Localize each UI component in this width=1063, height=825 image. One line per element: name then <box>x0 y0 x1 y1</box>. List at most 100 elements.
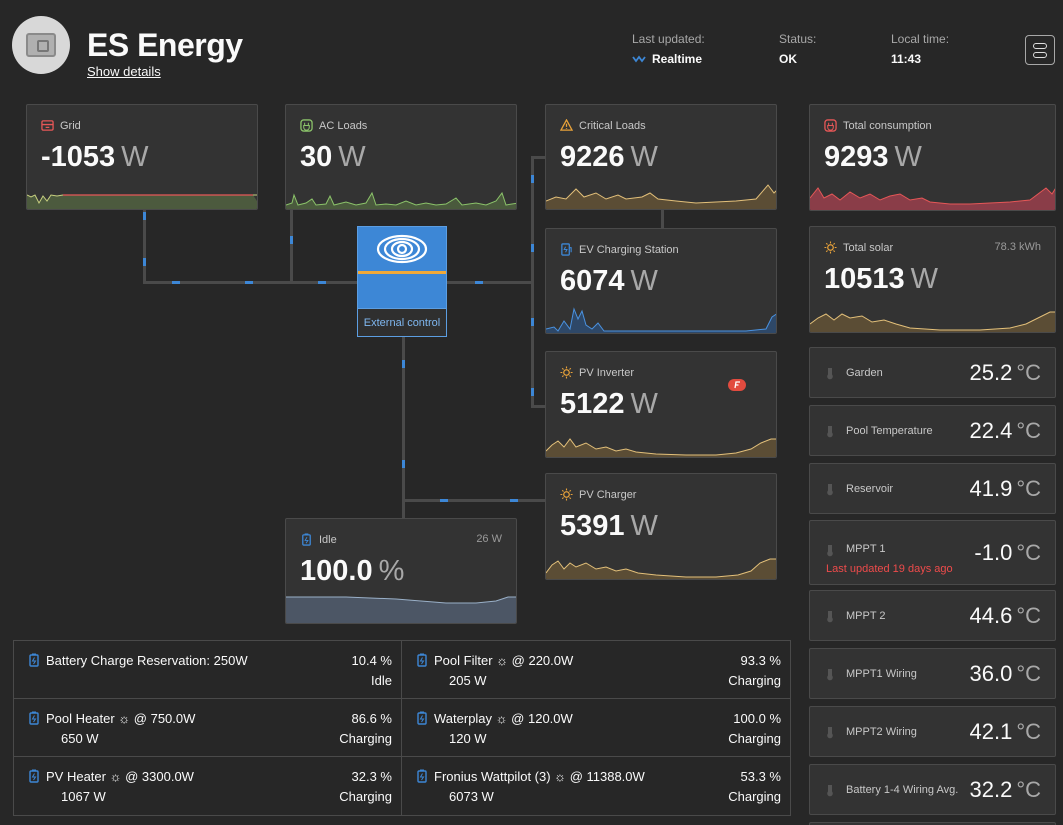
ev-charging-unit: W <box>630 265 658 297</box>
temperature-name: Reservoir <box>846 482 894 495</box>
show-details-link[interactable]: Show details <box>87 64 161 79</box>
flow-dot <box>475 281 483 284</box>
total-consumption-unit: W <box>894 141 922 173</box>
total-consumption-title: Total consumption <box>843 119 932 132</box>
thermometer-icon <box>827 726 833 738</box>
last-updated-label: Last updated: <box>632 32 705 46</box>
temperature-tile[interactable]: Garden 25.2 °C <box>809 347 1056 398</box>
charger-name: Pool Filter ☼ @ 220.0W <box>434 653 574 668</box>
charger-percent: 93.3 % <box>740 653 781 668</box>
flow-dot <box>290 236 293 244</box>
thermometer-icon <box>827 483 833 495</box>
charger-state: Charging <box>728 789 781 804</box>
battery-icon <box>302 533 311 546</box>
wire-critical-ev <box>661 210 664 228</box>
flow-dot <box>143 212 146 220</box>
ac-loads-sparkline <box>286 191 516 209</box>
temperature-value: 25.2 <box>969 359 1013 385</box>
temperature-unit: °C <box>1016 602 1041 628</box>
ev-charger-icon <box>561 243 572 256</box>
total-solar-energy: 78.3 kWh <box>994 241 1041 253</box>
critical-loads-title: Critical Loads <box>579 119 646 132</box>
temperature-tile[interactable]: Battery 1-4 Wiring Avg. 32.2 °C <box>809 764 1056 815</box>
pv-inverter-unit: W <box>630 388 658 420</box>
critical-loads-sparkline <box>546 184 776 209</box>
device-icon <box>26 33 56 57</box>
local-time-value: 11:43 <box>891 52 922 66</box>
charger-cell[interactable]: Pool Heater ☼ @ 750.0W 650 W 86.6 % Char… <box>14 699 402 757</box>
total-consumption-value: 9293 <box>824 141 889 173</box>
battery-tile[interactable]: Idle 26 W 100.0% <box>285 518 517 624</box>
total-solar-value: 10513 <box>824 263 905 295</box>
charger-power: 120 W <box>449 731 487 746</box>
charger-power: 205 W <box>449 673 487 688</box>
battery-icon <box>417 653 427 667</box>
pv-inverter-sparkline <box>546 438 776 457</box>
temperature-value: 41.9 <box>969 475 1013 501</box>
charger-percent: 32.3 % <box>351 769 392 784</box>
total-consumption-tile[interactable]: Total consumption 9293 W <box>809 104 1056 211</box>
temperature-value: 32.2 <box>969 776 1013 802</box>
toggle-view-button[interactable] <box>1025 35 1055 65</box>
flow-dot <box>531 175 534 183</box>
charger-cell[interactable]: Fronius Wattpilot (3) ☼ @ 11388.0W 6073 … <box>402 757 790 815</box>
ac-loads-tile[interactable]: AC Loads 30 W <box>285 104 517 210</box>
flow-dot <box>172 281 180 284</box>
critical-loads-unit: W <box>630 141 658 173</box>
local-time-label: Local time: <box>891 32 950 46</box>
wire-pv-inverter <box>531 405 545 408</box>
temperature-unit: °C <box>1016 660 1041 686</box>
battery-power: 26 W <box>476 533 502 545</box>
temperature-value: 44.6 <box>969 602 1013 628</box>
temperature-name: MPPT 2 <box>846 609 886 622</box>
flow-dot <box>318 281 326 284</box>
thermometer-icon <box>827 784 833 796</box>
pv-charger-tile[interactable]: PV Charger 5391 W <box>545 473 777 580</box>
temperature-name: Pool Temperature <box>846 424 933 437</box>
temperature-name: MPPT 1 <box>846 543 886 555</box>
pv-inverter-title: PV Inverter <box>579 366 635 379</box>
ev-charging-title: EV Charging Station <box>579 243 679 256</box>
grid-tile[interactable]: Grid -1053 W <box>26 104 258 210</box>
ev-charging-tile[interactable]: EV Charging Station 6074 W <box>545 228 777 334</box>
temperature-tile[interactable]: MPPT 1 Last updated 19 days ago -1.0 °C <box>809 520 1056 585</box>
ev-charging-sparkline <box>546 307 776 333</box>
temperature-tile[interactable]: Reservoir 41.9 °C <box>809 463 1056 514</box>
pv-charger-sparkline <box>546 558 776 579</box>
temperature-tile[interactable]: Pool Temperature 22.4 °C <box>809 405 1056 456</box>
grid-value: -1053 <box>41 141 116 173</box>
ac-loads-title: AC Loads <box>319 119 368 132</box>
charger-cell[interactable]: PV Heater ☼ @ 3300.0W 1067 W 32.3 % Char… <box>14 757 402 815</box>
stale-warning: Last updated 19 days ago <box>826 563 953 575</box>
temperature-name: Garden <box>846 366 883 379</box>
charger-state: Charging <box>728 673 781 688</box>
sun-icon <box>824 241 837 254</box>
temperature-unit: °C <box>1016 359 1041 385</box>
temperature-name: Battery 1-4 Wiring Avg. <box>846 783 959 796</box>
total-solar-tile[interactable]: Total solar 78.3 kWh 10513 W <box>809 226 1056 333</box>
charger-cell[interactable]: Waterplay ☼ @ 120.0W 120 W 100.0 % Charg… <box>402 699 790 757</box>
charger-percent: 86.6 % <box>351 711 392 726</box>
charger-cell[interactable]: Battery Charge Reservation: 250W 10.4 % … <box>14 641 402 699</box>
thermometer-icon <box>827 545 833 557</box>
page-title: ES Energy <box>87 27 243 63</box>
charger-percent: 53.3 % <box>740 769 781 784</box>
charger-cell[interactable]: Pool Filter ☼ @ 220.0W 205 W 93.3 % Char… <box>402 641 790 699</box>
charger-name: Battery Charge Reservation: 250W <box>46 653 248 668</box>
warning-icon <box>560 119 573 131</box>
temperature-tile[interactable]: MPPT 2 44.6 °C <box>809 590 1056 641</box>
pv-inverter-tile[interactable]: PV Inverter 5122 W <box>545 351 777 458</box>
temperature-tile[interactable]: MPPT2 Wiring 42.1 °C <box>809 706 1056 757</box>
flow-dot <box>245 281 253 284</box>
charger-name: Waterplay ☼ @ 120.0W <box>434 711 573 726</box>
total-consumption-sparkline <box>810 187 1055 210</box>
thermometer-icon <box>827 425 833 437</box>
inverter-box[interactable]: External control <box>357 226 447 337</box>
temperature-tile[interactable]: MPPT1 Wiring 36.0 °C <box>809 648 1056 699</box>
wire-ac-loads <box>290 210 293 284</box>
critical-loads-tile[interactable]: Critical Loads 9226 W <box>545 104 777 210</box>
total-solar-unit: W <box>910 263 939 295</box>
battery-icon <box>417 769 427 783</box>
temperature-unit: °C <box>1016 539 1041 565</box>
grid-title: Grid <box>60 119 81 132</box>
